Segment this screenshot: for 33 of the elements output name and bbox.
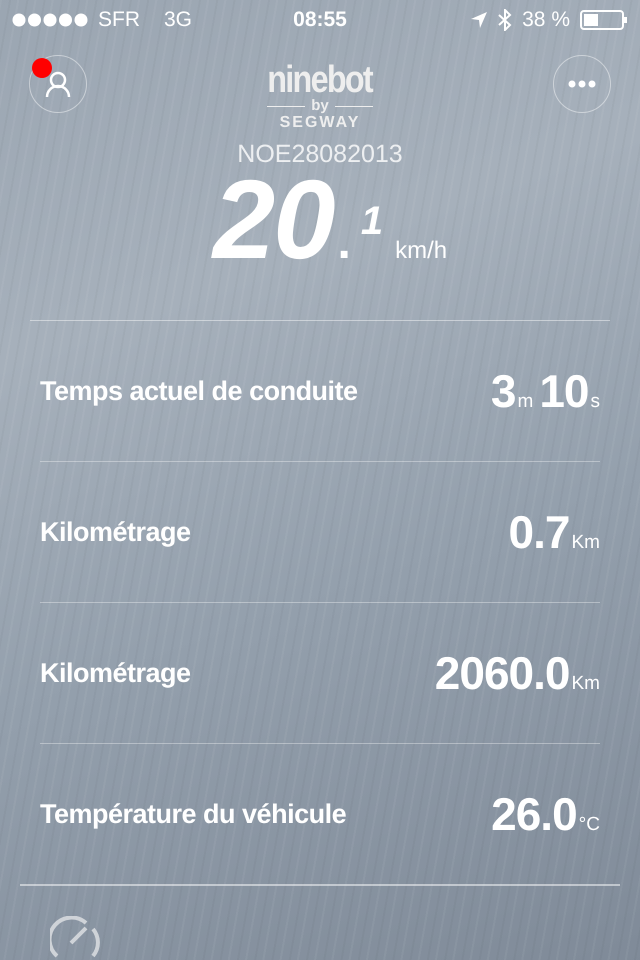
- battery-icon: [580, 10, 628, 30]
- speed-decimal: 1: [360, 199, 384, 244]
- stat-label: Kilométrage: [40, 516, 191, 548]
- stat-value: 10: [539, 364, 588, 418]
- decimal-point: .: [337, 215, 351, 270]
- stat-value: 26.0: [491, 787, 577, 841]
- stat-unit: m: [518, 391, 534, 413]
- maker-logo: SEGWAY: [280, 114, 360, 132]
- stat-label: Kilométrage: [40, 658, 191, 688]
- bluetooth-icon: [498, 9, 512, 31]
- user-icon: [44, 70, 72, 98]
- more-button[interactable]: [552, 55, 611, 113]
- logo-tagline: by: [311, 98, 329, 114]
- stat-unit: s: [590, 391, 600, 413]
- network-type: 3G: [164, 8, 192, 32]
- stat-unit: °C: [578, 814, 600, 836]
- speedometer-icon[interactable]: [50, 916, 100, 958]
- stat-label: Température du véhicule: [40, 798, 346, 830]
- location-arrow-icon: [470, 11, 488, 29]
- carrier-name: SFR: [98, 8, 140, 32]
- speed-unit: km/h: [395, 237, 448, 265]
- stat-label: Temps actuel de conduite: [40, 376, 358, 406]
- stat-unit: Km: [572, 532, 600, 554]
- stat-value: 2060.0: [434, 646, 570, 700]
- brand-logo: ninebot: [268, 62, 372, 98]
- clock-time: 08:55: [293, 8, 347, 32]
- stat-value: 3: [490, 364, 516, 418]
- signal-icon: [12, 13, 88, 27]
- battery-percent: 38 %: [522, 8, 570, 32]
- more-icon: [568, 80, 596, 88]
- stat-value: 0.7: [508, 505, 570, 559]
- profile-button[interactable]: [29, 55, 87, 113]
- stat-unit: Km: [572, 673, 600, 695]
